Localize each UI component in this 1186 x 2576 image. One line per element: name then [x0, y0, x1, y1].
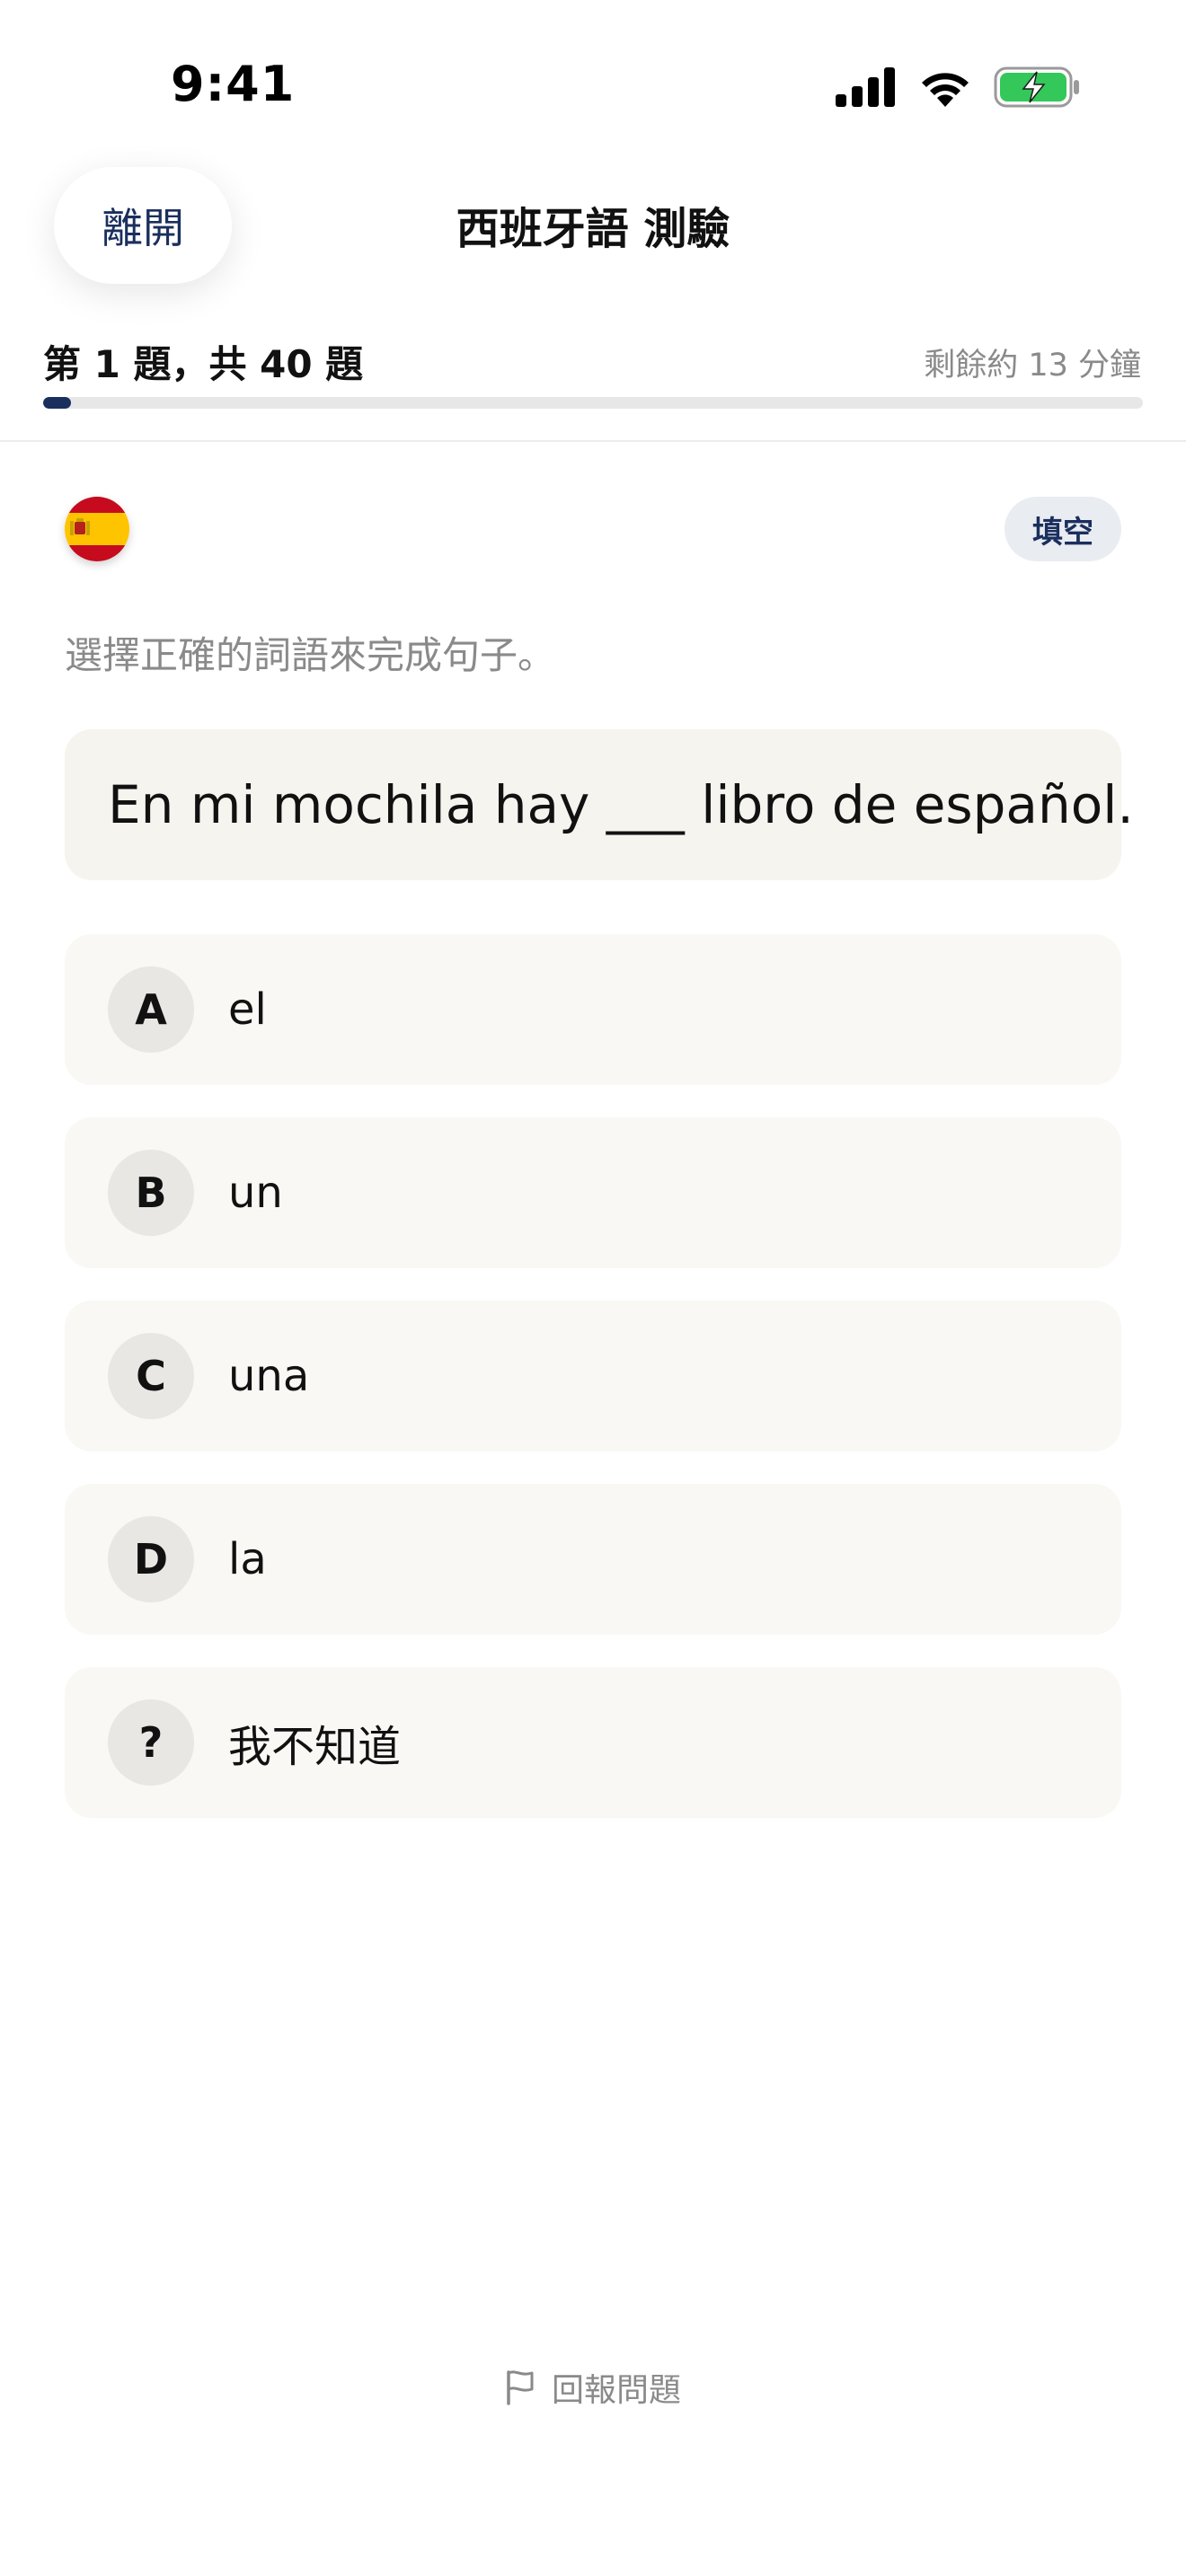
question-sentence: En mi mochila hay ___ libro de español.	[108, 774, 1134, 835]
time-remaining: 剩餘約 13 分鐘	[924, 348, 1141, 384]
option-dont-know[interactable]: ? 我不知道	[65, 1667, 1121, 1818]
status-icons	[836, 65, 1080, 110]
flag-outline-icon	[507, 2370, 534, 2405]
option-letter: A	[108, 966, 194, 1053]
progress-label: 第 1 題，共 40 題	[43, 342, 364, 386]
report-problem-label: 回報問題	[551, 2372, 681, 2409]
sentence-card: En mi mochila hay ___ libro de español.	[65, 729, 1134, 880]
spain-flag-icon	[65, 497, 129, 561]
status-time: 9:41	[171, 56, 296, 112]
status-bar: 9:41	[0, 0, 1186, 162]
option-a[interactable]: A el	[65, 934, 1121, 1085]
progress-fill	[43, 397, 71, 409]
question-mark-icon: ?	[108, 1699, 194, 1786]
page-title: 西班牙語 測驗	[456, 204, 730, 254]
option-text: un	[228, 1168, 283, 1218]
option-text: una	[228, 1351, 310, 1401]
option-letter: D	[108, 1516, 194, 1602]
option-text: el	[228, 984, 267, 1035]
option-text: 我不知道	[228, 1722, 402, 1772]
option-letter: B	[108, 1150, 194, 1236]
progress-bar	[43, 397, 1143, 409]
question-instruction: 選擇正確的詞語來完成句子。	[65, 633, 556, 677]
report-problem-link[interactable]: 回報問題	[0, 2360, 1186, 2414]
option-c[interactable]: C una	[65, 1301, 1121, 1451]
option-b[interactable]: B un	[65, 1117, 1121, 1268]
option-d[interactable]: D la	[65, 1484, 1121, 1635]
wifi-icon	[922, 73, 969, 107]
cellular-signal-icon	[836, 67, 895, 107]
divider	[0, 440, 1186, 442]
option-letter: C	[108, 1333, 194, 1419]
battery-charging-icon	[994, 66, 1079, 108]
option-text: la	[228, 1534, 267, 1584]
quiz-screen: 9:41 離開 西班牙語 測驗 第 1 題，共 40 題 剩餘約 13 分鐘 填…	[0, 0, 1186, 2576]
question-type-badge: 填空	[1005, 497, 1121, 561]
